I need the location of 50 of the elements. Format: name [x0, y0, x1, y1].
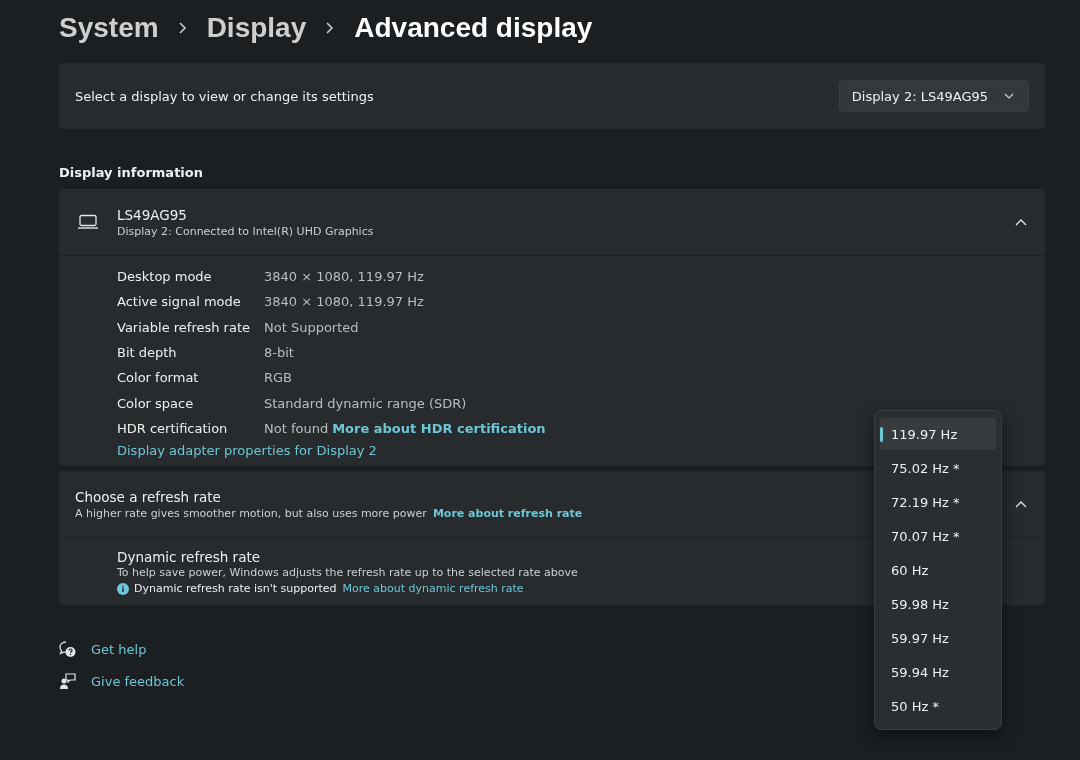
link[interactable]: Get help — [91, 641, 147, 657]
breadcrumb-item: Advanced display — [354, 12, 593, 44]
info-label: Color space — [117, 395, 195, 411]
info-message: Dynamic refresh rate isn't supported — [134, 582, 337, 596]
setting-description: To help save power, Windows adjusts the refresh rate up to the selected rate above — [117, 566, 578, 580]
link[interactable]: Display adapter properties for Display 2 — [117, 443, 377, 459]
setting-label: Select a display to view or change its settings — [75, 88, 374, 104]
info-icon — [117, 582, 129, 595]
breadcrumb-item[interactable]: System — [59, 12, 159, 44]
display-name: LS49AG95 — [117, 206, 187, 223]
info-label: HDR certification — [117, 420, 229, 436]
setting-title: Choose a refresh rate — [75, 488, 221, 505]
info-value: 8-bit — [264, 345, 294, 361]
section-heading: Display information — [59, 165, 204, 180]
menu-item[interactable]: 59.97 Hz — [880, 622, 996, 655]
chevron-right-icon — [325, 22, 335, 34]
expander-header[interactable]: LS49AG95 Display 2: Connected to Intel(R) UHD Graphics — [59, 189, 1045, 256]
info-value: RGB — [264, 370, 293, 386]
setting-description: A higher rate gives smoother motion, but also uses more power — [75, 506, 427, 520]
info-value: 3840 × 1080, 119.97 Hz — [264, 269, 424, 285]
info-label: Color format — [117, 370, 200, 386]
info-value: Standard dynamic range (SDR) — [264, 395, 467, 411]
link[interactable]: More about dynamic refresh rate — [342, 582, 524, 596]
display-subtitle: Display 2: Connected to Intel(R) UHD Graphics — [117, 224, 374, 238]
menu-item[interactable]: 70.07 Hz * — [880, 520, 996, 553]
breadcrumb-item[interactable]: Display — [206, 12, 307, 44]
info-label: Active signal mode — [117, 294, 242, 310]
menu-item[interactable]: 75.02 Hz * — [880, 452, 996, 485]
menu-item[interactable]: 50 Hz * — [880, 690, 996, 723]
chevron-down-icon — [1004, 93, 1014, 99]
link[interactable]: Give feedback — [91, 673, 185, 689]
menu-item[interactable]: 72.19 Hz * — [880, 486, 996, 519]
laptop-icon — [77, 214, 99, 230]
person-message-icon — [59, 672, 76, 690]
info-value: 3840 × 1080, 119.97 Hz — [264, 294, 424, 310]
chevron-right-icon — [177, 22, 187, 34]
display-dropdown[interactable]: Display 2: LS49AG95 — [838, 80, 1029, 112]
help-chat-icon — [59, 640, 76, 658]
link[interactable]: More about HDR certification — [332, 420, 546, 436]
info-label: Variable refresh rate — [117, 319, 251, 335]
menu-item[interactable]: 59.94 Hz — [880, 656, 996, 689]
link[interactable]: More about refresh rate — [432, 506, 583, 520]
setting-title: Dynamic refresh rate — [117, 549, 260, 566]
info-value: Not Supported — [264, 319, 359, 335]
menu-item[interactable]: 59.98 Hz — [880, 588, 996, 621]
info-value: Not found — [264, 420, 329, 436]
menu-item[interactable]: 119.97 Hz — [880, 418, 996, 451]
info-label: Bit depth — [117, 345, 178, 361]
menu-item[interactable]: 60 Hz — [880, 554, 996, 587]
info-label: Desktop mode — [117, 269, 213, 285]
